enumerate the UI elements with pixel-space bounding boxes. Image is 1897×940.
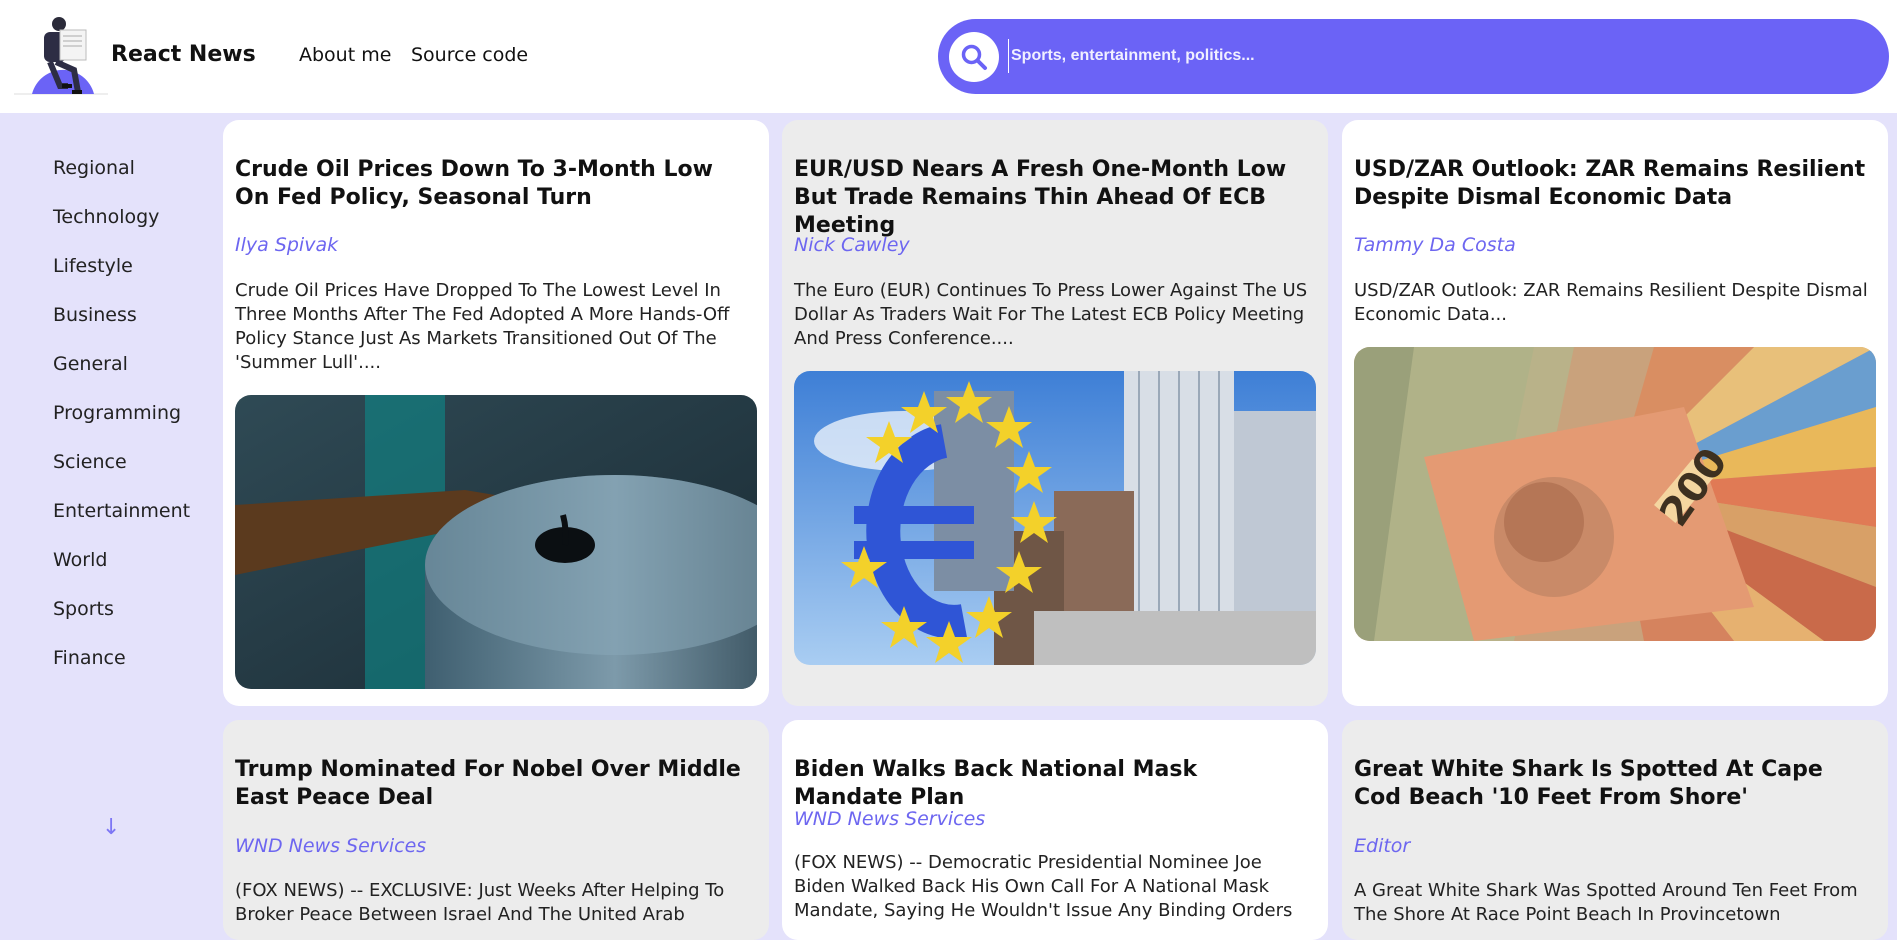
- article-description: A Great White Shark Was Spotted Around T…: [1354, 880, 1858, 925]
- article-title[interactable]: Biden Walks Back National Mask Mandate P…: [794, 756, 1310, 812]
- sidebar-item-regional[interactable]: Regional: [53, 157, 135, 179]
- article-author: Tammy Da Costa: [1354, 234, 1516, 256]
- article-card[interactable]: Crude Oil Prices Down To 3-Month Low On …: [223, 120, 769, 706]
- article-description: USD/ZAR Outlook: ZAR Remains Resilient D…: [1354, 280, 1868, 325]
- sidebar-item-general[interactable]: General: [53, 353, 128, 375]
- article-title[interactable]: EUR/USD Nears A Fresh One-Month Low But …: [794, 156, 1310, 240]
- sidebar-item-business[interactable]: Business: [53, 304, 137, 326]
- search-input[interactable]: [1008, 39, 1858, 73]
- sidebar-item-programming[interactable]: Programming: [53, 402, 181, 424]
- article-description: (FOX NEWS) -- EXCLUSIVE: Just Weeks Afte…: [235, 880, 725, 925]
- search-bar: [938, 19, 1889, 94]
- sidebar-item-sports[interactable]: Sports: [53, 598, 114, 620]
- sidebar-item-lifestyle[interactable]: Lifestyle: [53, 255, 133, 277]
- arrow-down-icon[interactable]: ↓: [102, 815, 120, 840]
- sidebar-item-entertainment[interactable]: Entertainment: [53, 500, 190, 522]
- search-button[interactable]: [949, 32, 999, 82]
- article-card[interactable]: Biden Walks Back National Mask Mandate P…: [782, 720, 1328, 940]
- article-card[interactable]: Great White Shark Is Spotted At Cape Cod…: [1342, 720, 1888, 940]
- article-description: Crude Oil Prices Have Dropped To The Low…: [235, 280, 730, 373]
- search-icon: [961, 44, 987, 70]
- sidebar-item-world[interactable]: World: [53, 549, 107, 571]
- article-title[interactable]: USD/ZAR Outlook: ZAR Remains Resilient D…: [1354, 156, 1870, 212]
- category-sidebar: Regional Technology Lifestyle Business G…: [0, 113, 222, 913]
- article-author: WND News Services: [794, 808, 986, 830]
- sidebar-item-finance[interactable]: Finance: [53, 647, 126, 669]
- article-title[interactable]: Great White Shark Is Spotted At Cape Cod…: [1354, 756, 1870, 812]
- euro-sculpture-image[interactable]: [794, 371, 1316, 665]
- article-author: Editor: [1354, 835, 1411, 857]
- sidebar-item-technology[interactable]: Technology: [53, 206, 159, 228]
- nav-about-me[interactable]: About me: [299, 44, 391, 66]
- brand-title[interactable]: React News: [111, 42, 256, 67]
- top-header: React News About me Source code: [0, 0, 1897, 113]
- article-card[interactable]: EUR/USD Nears A Fresh One-Month Low But …: [782, 120, 1328, 706]
- article-description: (FOX NEWS) -- Democratic Presidential No…: [794, 852, 1293, 921]
- article-card[interactable]: USD/ZAR Outlook: ZAR Remains Resilient D…: [1342, 120, 1888, 706]
- rand-banknotes-image[interactable]: 200: [1354, 347, 1876, 641]
- article-description: The Euro (EUR) Continues To Press Lower …: [794, 280, 1308, 349]
- article-title[interactable]: Crude Oil Prices Down To 3-Month Low On …: [235, 156, 751, 212]
- oil-barrel-image[interactable]: [235, 395, 757, 689]
- nav-source-code[interactable]: Source code: [411, 44, 528, 66]
- article-author: WND News Services: [235, 835, 427, 857]
- article-author: Ilya Spivak: [235, 234, 339, 256]
- article-title[interactable]: Trump Nominated For Nobel Over Middle Ea…: [235, 756, 751, 812]
- article-card[interactable]: Trump Nominated For Nobel Over Middle Ea…: [223, 720, 769, 940]
- sidebar-item-science[interactable]: Science: [53, 451, 127, 473]
- logo-illustration[interactable]: [12, 10, 112, 98]
- article-author: Nick Cawley: [794, 234, 910, 256]
